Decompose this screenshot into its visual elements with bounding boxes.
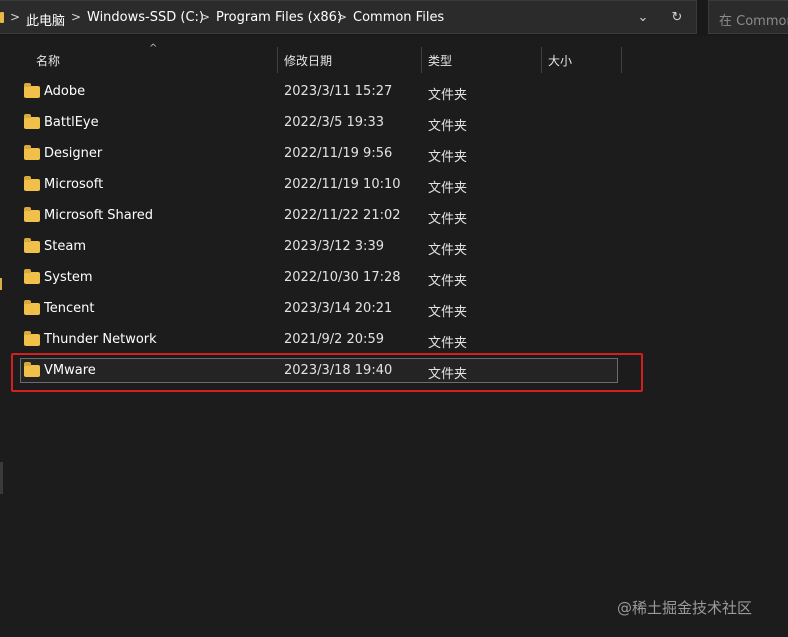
search-box[interactable]: 在 Common (708, 0, 788, 34)
search-input[interactable]: 在 Common (719, 10, 788, 29)
breadcrumb-this-pc[interactable]: 此电脑 (26, 10, 65, 29)
list-item[interactable]: Microsoft Shared 2022/11/22 21:02 文件夹 (0, 201, 788, 232)
file-type: 文件夹 (428, 119, 468, 134)
file-name: Microsoft Shared (44, 208, 154, 223)
chevron-right-icon[interactable]: > (71, 10, 81, 24)
column-header: ^ 名称 修改日期 类型 大小 (12, 43, 788, 74)
column-name[interactable]: 名称 (36, 52, 60, 69)
file-type: 文件夹 (428, 181, 468, 196)
chevron-right-icon[interactable]: > (10, 10, 20, 24)
chevron-right-icon[interactable]: > (200, 10, 210, 24)
file-date: 2023/3/11 15:27 (284, 84, 393, 99)
list-item[interactable]: Adobe 2023/3/11 15:27 文件夹 (0, 77, 788, 108)
list-item[interactable]: Microsoft 2022/11/19 10:10 文件夹 (0, 170, 788, 201)
file-type: 文件夹 (428, 305, 468, 320)
file-type: 文件夹 (428, 336, 468, 351)
chevron-down-icon[interactable]: ⌄ (633, 8, 653, 28)
file-type: 文件夹 (428, 150, 468, 165)
file-type: 文件夹 (428, 88, 468, 103)
file-name: Steam (44, 239, 86, 254)
column-size[interactable]: 大小 (548, 52, 572, 69)
address-bar[interactable]: > 此电脑 > Windows-SSD (C:) > Program Files… (0, 0, 697, 34)
annotation-highlight-box (11, 353, 643, 392)
folder-icon (24, 145, 40, 160)
file-date: 2022/10/30 17:28 (284, 270, 401, 285)
column-divider[interactable] (621, 47, 622, 73)
file-name: BattlEye (44, 115, 99, 130)
list-item[interactable]: Tencent 2023/3/14 20:21 文件夹 (0, 294, 788, 325)
nav-pane-scroll-edge[interactable] (0, 462, 3, 494)
column-type[interactable]: 类型 (428, 52, 452, 69)
file-date: 2022/11/22 21:02 (284, 208, 401, 223)
file-type: 文件夹 (428, 274, 468, 289)
sort-ascending-icon: ^ (149, 43, 158, 54)
refresh-icon[interactable]: ↻ (667, 8, 687, 28)
list-item[interactable]: System 2022/10/30 17:28 文件夹 (0, 263, 788, 294)
folder-icon (24, 269, 40, 284)
file-name: Tencent (44, 301, 95, 316)
file-date: 2022/11/19 10:10 (284, 177, 401, 192)
breadcrumb-common-files[interactable]: Common Files (353, 10, 444, 25)
file-type: 文件夹 (428, 212, 468, 227)
list-item[interactable]: Designer 2022/11/19 9:56 文件夹 (0, 139, 788, 170)
list-item[interactable]: Thunder Network 2021/9/2 20:59 文件夹 (0, 325, 788, 356)
chevron-right-icon[interactable]: > (337, 10, 347, 24)
folder-icon (24, 300, 40, 315)
folder-icon (0, 12, 4, 23)
folder-icon (24, 83, 40, 98)
column-divider[interactable] (541, 47, 542, 73)
file-name: Microsoft (44, 177, 104, 192)
folder-icon (24, 238, 40, 253)
breadcrumb-program-files-x86[interactable]: Program Files (x86) (216, 10, 342, 25)
column-divider[interactable] (421, 47, 422, 73)
file-date: 2023/3/14 20:21 (284, 301, 393, 316)
file-name: Designer (44, 146, 103, 161)
folder-icon (24, 114, 40, 129)
column-divider[interactable] (277, 47, 278, 73)
file-date: 2022/3/5 19:33 (284, 115, 384, 130)
folder-icon (24, 331, 40, 346)
watermark: @稀土掘金技术社区 (617, 599, 753, 617)
list-item[interactable]: BattlEye 2022/3/5 19:33 文件夹 (0, 108, 788, 139)
toolbar: > 此电脑 > Windows-SSD (C:) > Program Files… (0, 0, 788, 36)
file-name: Adobe (44, 84, 86, 99)
breadcrumb-windows-ssd[interactable]: Windows-SSD (C:) (87, 10, 204, 25)
file-name: System (44, 270, 93, 285)
file-date: 2022/11/19 9:56 (284, 146, 393, 161)
file-date: 2023/3/12 3:39 (284, 239, 384, 254)
folder-icon (24, 176, 40, 191)
folder-icon (24, 207, 40, 222)
file-name: Thunder Network (44, 332, 157, 347)
list-item[interactable]: Steam 2023/3/12 3:39 文件夹 (0, 232, 788, 263)
file-type: 文件夹 (428, 243, 468, 258)
file-list: Adobe 2023/3/11 15:27 文件夹 BattlEye 2022/… (0, 77, 788, 387)
file-date: 2021/9/2 20:59 (284, 332, 384, 347)
column-date[interactable]: 修改日期 (284, 52, 332, 69)
